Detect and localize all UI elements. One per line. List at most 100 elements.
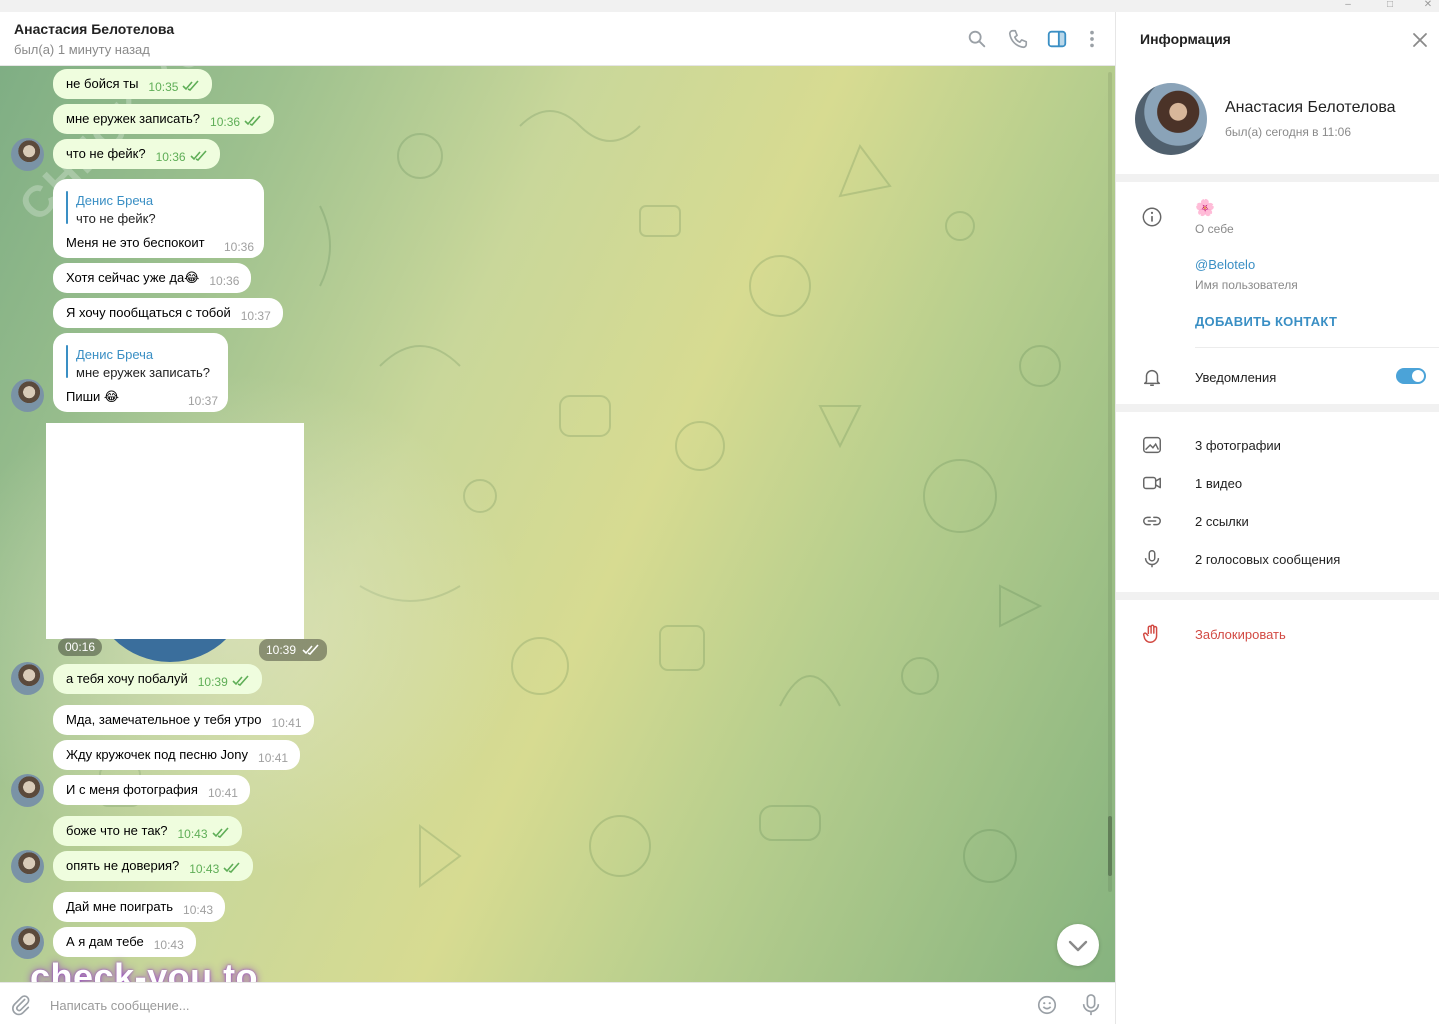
message-bubble[interactable]: Жду кружочек под песню Jony 10:41	[53, 740, 301, 770]
message-text: Дай мне поиграть	[66, 899, 174, 914]
microphone-icon[interactable]	[1080, 993, 1102, 1017]
message-time: 10:43	[177, 827, 208, 841]
double-check-icon	[211, 827, 229, 838]
chat-title[interactable]: Анастасия Белотелова	[14, 21, 174, 37]
sidebar-toggle-icon[interactable]	[1046, 28, 1068, 50]
reply-message-bubble[interactable]: Денис Бреча мне еружек записать? Пиши 😂 …	[53, 333, 228, 412]
username-label: Имя пользователя	[1195, 278, 1298, 292]
message-text: боже что не так?	[66, 823, 168, 838]
message-bubble[interactable]: И с меня фотография 10:41	[53, 775, 250, 805]
notifications-toggle[interactable]	[1396, 368, 1426, 384]
double-check-icon	[182, 80, 200, 91]
watermark-text: check-you.to	[30, 956, 259, 982]
message-bubble[interactable]: Дай мне поиграть 10:43	[53, 892, 226, 922]
media-voice-messages[interactable]: 2 голосовых сообщения	[1195, 552, 1340, 567]
avatar[interactable]	[11, 662, 44, 695]
maximize-button[interactable]: □	[1372, 0, 1408, 12]
link-icon	[1143, 516, 1161, 526]
message-text: а тебя хочу побалуй	[66, 671, 188, 686]
message-bubble[interactable]: не бойся ты 10:35	[53, 69, 213, 99]
video-duration: 00:16	[58, 638, 103, 656]
photo-icon	[1143, 436, 1161, 454]
double-check-icon	[244, 115, 261, 126]
mic-icon	[1144, 550, 1160, 568]
scroll-down-button[interactable]	[1057, 924, 1099, 966]
attach-icon[interactable]	[10, 994, 32, 1016]
block-hand-icon	[1143, 624, 1158, 643]
chat-header: Анастасия Белотелова был(а) 1 минуту наз…	[0, 12, 1115, 66]
video-icon	[1143, 476, 1161, 490]
close-window-button[interactable]: ✕	[1410, 0, 1439, 12]
message-bubble[interactable]: опять не доверия? 10:43	[53, 851, 254, 881]
message-time: 10:41	[271, 716, 302, 730]
avatar[interactable]	[11, 774, 44, 807]
message-time: 10:37	[187, 394, 218, 408]
scrollbar-thumb[interactable]	[1108, 816, 1112, 876]
reply-message-bubble[interactable]: Денис Бреча что не фейк? Меня не это бес…	[53, 179, 264, 258]
message-bubble[interactable]: мне еружек записать? 10:36	[53, 104, 275, 134]
message-text: И с меня фотография	[66, 782, 198, 797]
message-bubble[interactable]: Мда, замечательное у тебя утро 10:41	[53, 705, 314, 735]
avatar[interactable]	[11, 138, 44, 171]
section-separator	[1116, 174, 1439, 182]
message-bubble[interactable]: А я дам тебе 10:43	[53, 927, 196, 957]
divider	[1195, 347, 1439, 348]
media-photos[interactable]: 3 фотографии	[1195, 438, 1281, 453]
notifications-label: Уведомления	[1195, 370, 1277, 385]
reply-author[interactable]: Денис Бреча	[76, 193, 153, 208]
reply-quote-bar	[66, 191, 68, 224]
reply-author[interactable]: Денис Бреча	[76, 347, 153, 362]
bio-text: 🌸	[1195, 200, 1215, 217]
info-icon	[1142, 207, 1162, 227]
chat-area[interactable]: CHECK YOU ME не бойся ты10:35 мне еружек…	[0, 66, 1115, 982]
message-text: Хотя сейчас уже да😂	[66, 270, 200, 285]
more-icon[interactable]	[1081, 28, 1103, 50]
search-icon[interactable]	[966, 28, 988, 50]
message-text: Мда, замечательное у тебя утро	[66, 712, 262, 727]
video-time-badge: 10:39	[259, 639, 328, 661]
message-text: мне еружек записать?	[66, 111, 201, 126]
message-time: 10:43	[183, 903, 214, 917]
video-message-preview[interactable]	[46, 423, 304, 639]
message-bubble[interactable]: Я хочу пообщаться с тобой 10:37	[53, 298, 283, 328]
close-icon[interactable]	[1410, 30, 1430, 50]
avatar[interactable]	[11, 379, 44, 412]
bio-label: О себе	[1195, 222, 1234, 236]
profile-avatar[interactable]	[1135, 83, 1207, 155]
message-text: не бойся ты	[66, 76, 139, 91]
add-contact-button[interactable]: ДОБАВИТЬ КОНТАКТ	[1195, 314, 1337, 329]
phone-icon[interactable]	[1007, 28, 1029, 50]
bell-icon	[1143, 369, 1161, 386]
message-input[interactable]: Написать сообщение...	[50, 998, 190, 1013]
message-text: Я хочу пообщаться с тобой	[66, 305, 231, 320]
message-bubble[interactable]: боже что не так? 10:43	[53, 816, 242, 846]
message-text: А я дам тебе	[66, 934, 144, 949]
message-bubble[interactable]: а тебя хочу побалуй 10:39	[53, 664, 262, 694]
message-text: Пиши 😂	[66, 389, 120, 404]
message-time: 10:41	[207, 786, 238, 800]
message-time: 10:36	[223, 240, 254, 254]
media-links[interactable]: 2 ссылки	[1195, 514, 1249, 529]
message-bubble[interactable]: Хотя сейчас уже да😂 10:36	[53, 263, 252, 293]
emoji-icon[interactable]	[1036, 994, 1058, 1016]
media-videos[interactable]: 1 видео	[1195, 476, 1242, 491]
reply-quoted-text: мне еружек записать?	[76, 365, 211, 380]
profile-status: был(а) сегодня в 11:06	[1225, 125, 1352, 139]
reply-quote-bar	[66, 345, 68, 378]
message-time: 10:41	[258, 751, 289, 765]
message-text: Жду кружочек под песню Jony	[66, 747, 249, 762]
message-time: 10:36	[209, 274, 240, 288]
info-panel: Информация Анастасия Белотелова был(а) с…	[1116, 12, 1439, 1024]
scrollbar-track[interactable]	[1108, 72, 1112, 892]
message-bubble[interactable]: что не фейк? 10:36	[53, 139, 220, 169]
minimize-button[interactable]: –	[1330, 0, 1366, 12]
username-link[interactable]: @Belotelo	[1195, 257, 1255, 272]
avatar[interactable]	[11, 850, 44, 883]
block-user-button[interactable]: Заблокировать	[1195, 627, 1286, 642]
message-time: 10:39	[266, 643, 297, 657]
message-time: 10:35	[148, 80, 179, 94]
avatar[interactable]	[11, 926, 44, 959]
double-check-icon	[232, 675, 249, 686]
chevron-down-icon	[1068, 940, 1088, 952]
profile-name: Анастасия Белотелова	[1225, 99, 1396, 116]
